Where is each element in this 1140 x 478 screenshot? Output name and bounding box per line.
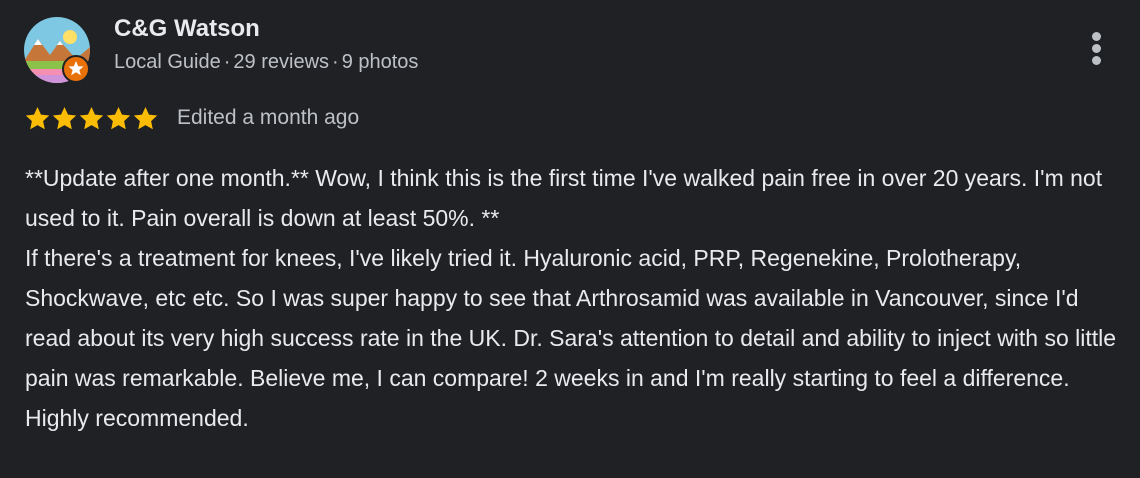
review-paragraph: If there's a treatment for knees, I've l… [25, 245, 1117, 431]
more-options-button[interactable] [1082, 28, 1112, 68]
photo-count: 9 photos [341, 51, 419, 73]
meta-separator: · [223, 51, 231, 73]
star-rating [24, 105, 159, 133]
star-icon [52, 107, 77, 130]
more-vert-icon [1092, 32, 1101, 41]
review-paragraph: **Update after one month.** Wow, I think… [25, 165, 1103, 231]
star-icon [79, 107, 104, 130]
edited-timestamp: Edited a month ago [177, 106, 360, 129]
star-icon [133, 107, 158, 130]
star-icon [106, 107, 131, 130]
local-guide-star-badge-icon [62, 55, 90, 83]
local-guide-label: Local Guide [114, 51, 221, 73]
meta-separator: · [332, 51, 339, 73]
review-count: 29 reviews [233, 51, 330, 73]
review-text: **Update after one month.** Wow, I think… [25, 158, 1120, 438]
reviewer-meta: Local Guide · 29 reviews · 9 photos [114, 51, 418, 74]
star-icon [25, 107, 50, 130]
reviewer-name[interactable]: C&G Watson [114, 15, 260, 43]
